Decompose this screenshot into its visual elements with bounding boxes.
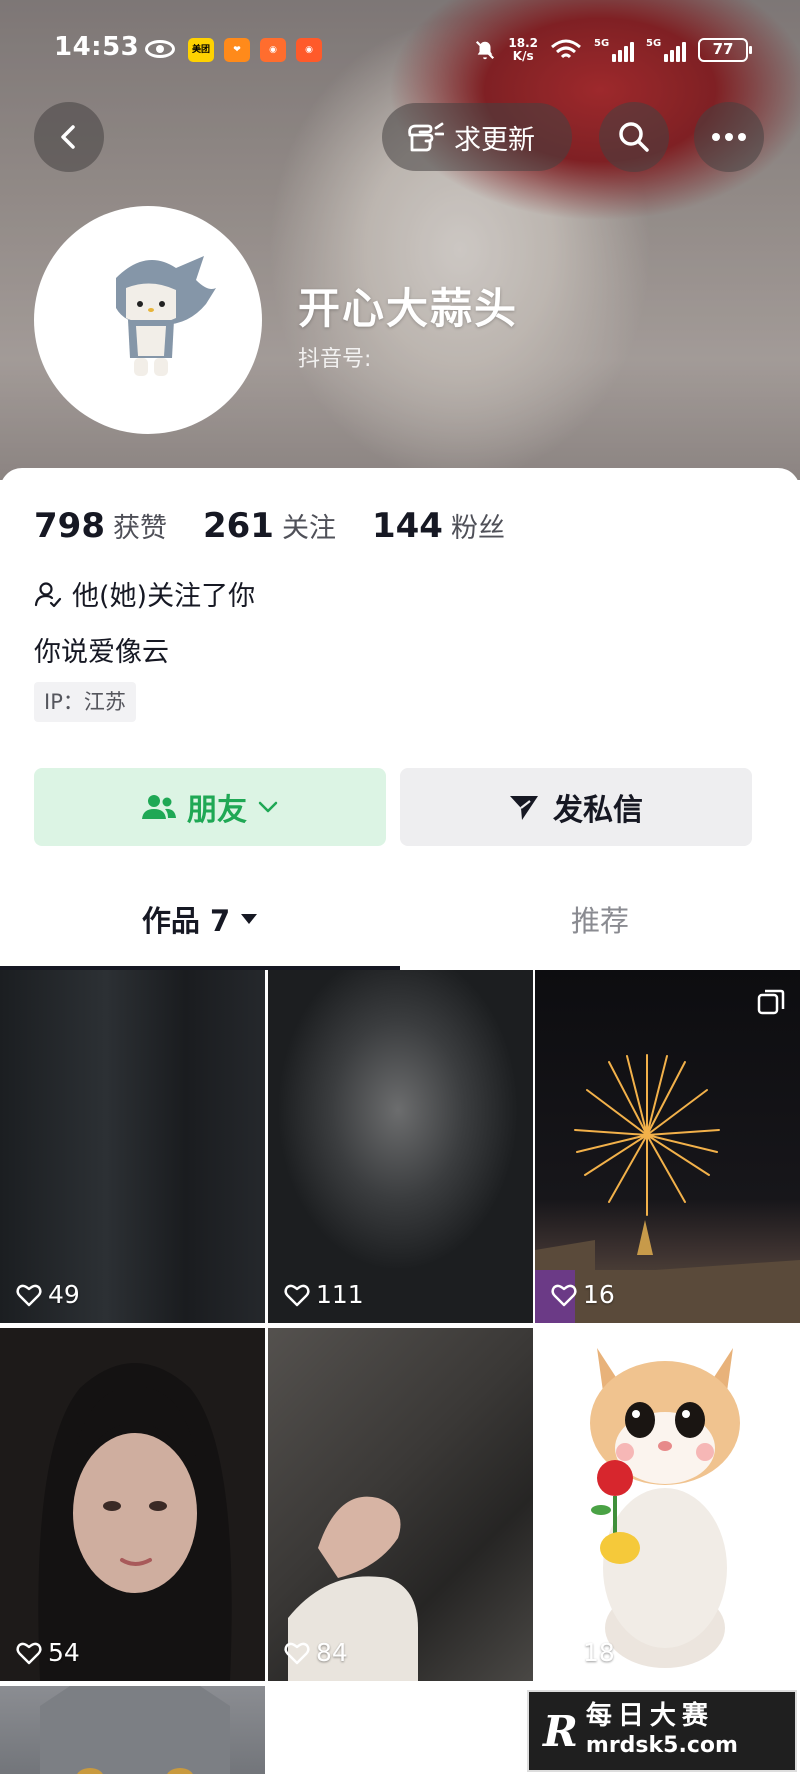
video-thumbnail[interactable]: 84: [268, 1328, 533, 1681]
stat-following-label: 关注: [281, 513, 336, 544]
signal-gen-2: 5G: [646, 38, 662, 49]
heart-outline-icon: [284, 1284, 310, 1306]
heart-outline-icon: [284, 1642, 310, 1664]
heart-outline-icon: [551, 1642, 577, 1664]
ip-location-tag: IP：江苏: [34, 682, 136, 722]
gift-app-icon: ◉: [260, 38, 286, 62]
more-dots-icon: [712, 133, 746, 141]
wifi-icon: [551, 39, 581, 59]
stat-likes-label: 获赞: [112, 513, 167, 544]
stat-followers-number: 144: [371, 506, 443, 546]
follows-you-indicator: 他(她)关注了你: [34, 574, 255, 613]
user-check-icon: [34, 581, 62, 607]
caret-down-icon: [241, 914, 258, 924]
gray-cat-image: [40, 1686, 230, 1774]
signal-gen-1: 5G: [594, 38, 610, 49]
heart-outline-icon: [16, 1642, 42, 1664]
username: 开心大蒜头: [298, 284, 519, 333]
profile-card: 798 获赞 261 关注 144 粉丝 他(她)关注了你 你说爱像云 IP：江…: [0, 468, 800, 970]
video-thumbnail[interactable]: 16: [535, 970, 800, 1323]
video-likes: 54: [16, 1638, 80, 1667]
follows-you-text: 他(她)关注了你: [72, 581, 256, 612]
kitten-with-rose-image: [590, 1348, 740, 1668]
avatar[interactable]: [34, 206, 262, 434]
profile-stats: 798 获赞 261 关注 144 粉丝: [34, 506, 541, 546]
search-icon: [619, 122, 649, 152]
net-speed-unit: K/s: [512, 49, 534, 63]
chevron-down-icon: [258, 801, 278, 813]
pointing-hand-icon: [408, 122, 444, 152]
hand-image: [288, 1496, 418, 1681]
meituan-app-icon: 美团: [188, 38, 214, 62]
video-likes: 84: [284, 1638, 348, 1667]
profile-tabs: 作品 7 推荐: [0, 878, 800, 960]
send-icon: [510, 796, 538, 820]
watermark: R 每日大赛 mrdsk5.com: [527, 1690, 797, 1772]
watermark-text: 每日大赛 mrdsk5.com: [586, 1701, 738, 1761]
bio: 你说爱像云: [34, 637, 169, 668]
tab-works[interactable]: 作品 7: [0, 878, 400, 960]
portrait-image: [38, 1363, 232, 1681]
signal-icon-2: 5G: [646, 38, 686, 62]
status-time: 14:53: [54, 32, 140, 62]
stat-followers-label: 粉丝: [450, 513, 505, 544]
signal-icon-1: 5G: [594, 38, 634, 62]
heart-outline-icon: [16, 1284, 42, 1306]
stat-likes[interactable]: 798 获赞: [34, 506, 167, 546]
net-speed: 18.2 K/s: [508, 37, 538, 63]
friend-button[interactable]: 朋友: [34, 768, 386, 846]
send-message-label: 发私信: [553, 793, 643, 828]
fireworks-image: [535, 1054, 800, 1323]
video-thumbnail[interactable]: [0, 1686, 265, 1774]
video-likes-count: 84: [316, 1638, 348, 1667]
more-button[interactable]: [694, 102, 764, 172]
eye-icon: [145, 40, 175, 58]
battery-level: 77: [712, 40, 734, 58]
search-button[interactable]: [599, 102, 669, 172]
battery-icon: 77: [698, 38, 752, 62]
heart-app-icon: ❤: [224, 38, 250, 62]
send-message-button[interactable]: 发私信: [400, 768, 752, 846]
status-right: 18.2 K/s 5G 5G 77: [474, 32, 752, 68]
chevron-left-icon: [61, 125, 75, 149]
status-bar: 14:53 美团 ❤ ◉ ◉ 18.2 K/s 5G 5G 77: [0, 30, 800, 70]
video-likes-count: 16: [583, 1280, 615, 1309]
video-likes-count: 18: [583, 1638, 615, 1667]
watermark-line2: mrdsk5.com: [585, 1733, 738, 1758]
video-likes: 49: [16, 1280, 80, 1309]
stat-following-number: 261: [202, 506, 274, 546]
gift-app-icon-2: ◉: [296, 38, 322, 62]
tab-works-label: 作品 7: [141, 904, 231, 938]
request-update-label: 求更新: [454, 124, 535, 156]
video-thumbnail[interactable]: 111: [268, 970, 533, 1323]
video-likes: 18: [551, 1638, 615, 1667]
stat-followers[interactable]: 144 粉丝: [372, 506, 505, 546]
friend-button-label: 朋友: [187, 793, 247, 828]
heart-outline-icon: [551, 1284, 577, 1306]
request-update-button[interactable]: 求更新: [382, 103, 572, 171]
tab-recommend[interactable]: 推荐: [400, 878, 800, 960]
stat-likes-number: 798: [34, 506, 105, 546]
video-likes: 16: [551, 1280, 615, 1309]
video-thumbnail[interactable]: 18: [535, 1328, 800, 1681]
avatar-shark-kitty-image: [36, 208, 260, 432]
back-button[interactable]: [34, 102, 104, 172]
douyin-id-label[interactable]: 抖音号:: [298, 341, 371, 373]
multi-image-icon: [757, 989, 785, 1015]
stat-following[interactable]: 261 关注: [203, 506, 336, 546]
watermark-line1: 每日大赛: [585, 1701, 714, 1731]
video-thumbnail[interactable]: 54: [0, 1328, 265, 1681]
video-likes-count: 49: [48, 1280, 80, 1309]
tab-recommend-label: 推荐: [570, 904, 629, 938]
video-likes-count: 111: [316, 1280, 364, 1309]
video-likes: 111: [284, 1280, 364, 1309]
video-thumbnail[interactable]: 49: [0, 970, 265, 1323]
video-likes-count: 54: [48, 1638, 80, 1667]
friends-icon: [142, 795, 176, 819]
mute-bell-icon: [476, 40, 495, 60]
watermark-logo: R: [543, 1706, 578, 1756]
